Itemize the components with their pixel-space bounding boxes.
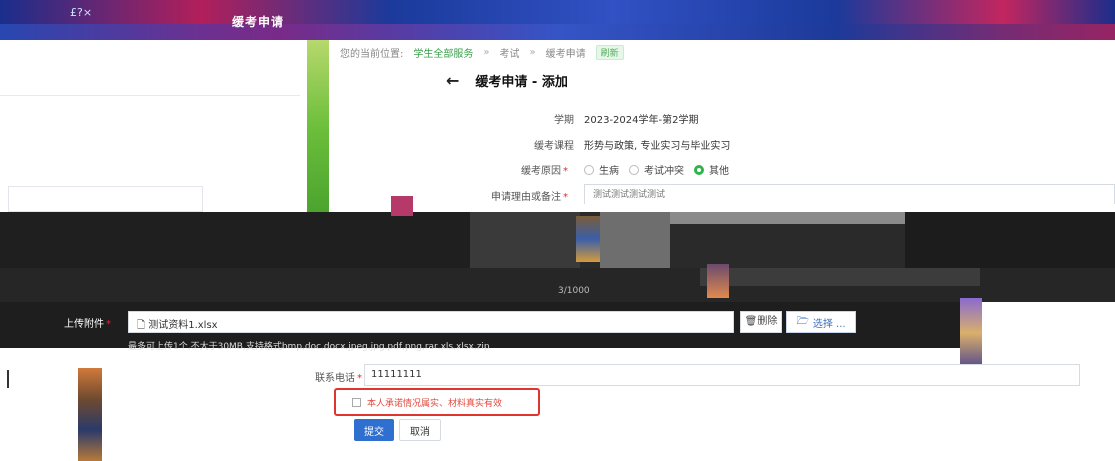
required-mark: * (563, 192, 568, 203)
phone-label: 联系电话 * (250, 369, 362, 384)
file-icon: 🗋 (137, 320, 149, 331)
banner-title: 缓考申请 (232, 15, 285, 29)
glitch-pink (391, 196, 413, 216)
remove-file-label: 删除 (757, 316, 778, 327)
required-mark: * (563, 166, 568, 177)
page-title: 缓考申请 - 添加 (475, 75, 568, 90)
cancel-button[interactable]: 取消 (399, 419, 441, 441)
remark-label: 申请理由或备注 * (448, 188, 568, 203)
upload-file-field: 🗋 测试资料1.xlsx (128, 311, 734, 333)
upload-label: 上传附件 * (64, 315, 111, 330)
decorative-image (78, 368, 102, 461)
required-mark: * (106, 319, 111, 330)
remark-textarea[interactable]: 测试测试测试测试 (584, 184, 1115, 204)
reason-label: 缓考原因 * (448, 162, 568, 177)
breadcrumb-prefix: 您的当前位置: (340, 49, 404, 60)
radio-conflict-label: 考试冲突 (644, 166, 684, 177)
breadcrumb-item-deferral: 缓考申请 (545, 49, 586, 60)
top-banner: £?× 缓考申请 (0, 0, 1115, 40)
green-decoration (307, 40, 329, 215)
radio-sick-label: 生病 (599, 166, 619, 177)
reason-radio-group: 生病 考试冲突 其他 (584, 162, 729, 177)
radio-sick[interactable]: 生病 (584, 162, 619, 177)
glitch-image (576, 216, 600, 262)
commitment-checkbox[interactable] (352, 397, 361, 407)
choose-file-button[interactable]: 🗁 选择 ... (786, 311, 856, 333)
refresh-button[interactable]: 刷新 (595, 45, 624, 60)
required-mark: * (357, 373, 362, 384)
back-arrow-icon[interactable]: ← (446, 71, 459, 90)
radio-other[interactable]: 其他 (694, 162, 729, 177)
course-value: 形势与政策, 专业实习与毕业实习 (584, 141, 731, 152)
glitch-block (670, 212, 905, 224)
commitment-text: 本人承诺情况属实、材料真实有效 (367, 398, 503, 409)
banner-strip (0, 24, 1115, 40)
trash-icon: 🗑 (744, 316, 758, 327)
app-root: £?× 缓考申请 您的当前位置: 学生全部服务 » 考试 » 缓考申请 刷新 ←… (0, 0, 1115, 461)
glitch-region: 3/1000 (0, 196, 1115, 302)
course-label: 缓考课程 (534, 141, 574, 152)
glitch-block (0, 212, 470, 268)
left-panel-box (8, 186, 203, 212)
page-title-row: ← 缓考申请 - 添加 (446, 71, 568, 90)
radio-circle (629, 164, 639, 175)
upload-label-text: 上传附件 (64, 319, 104, 330)
decorative-image (960, 298, 982, 368)
left-divider (0, 95, 300, 96)
glitch-block (700, 268, 980, 286)
commitment-box: 本人承诺情况属实、材料真实有效 (334, 388, 540, 416)
radio-other-label: 其他 (709, 166, 729, 177)
radio-circle (584, 164, 594, 175)
phone-label-text: 联系电话 (315, 373, 355, 384)
remove-file-button[interactable]: 🗑删除 (740, 311, 782, 333)
breadcrumb-separator: » (483, 47, 490, 58)
upload-file-name: 测试资料1.xlsx (148, 320, 218, 331)
breadcrumb: 您的当前位置: 学生全部服务 » 考试 » 缓考申请 刷新 (340, 45, 624, 60)
char-counter: 3/1000 (558, 286, 590, 296)
glitch-block (470, 212, 580, 268)
glitch-block (905, 212, 1115, 268)
radio-conflict[interactable]: 考试冲突 (629, 162, 684, 177)
glitch-image (707, 264, 729, 298)
term-value: 2023-2024学年-第2学期 (584, 115, 699, 126)
breadcrumb-item-student-services[interactable]: 学生全部服务 (413, 45, 473, 60)
choose-file-label: 选择 ... (812, 318, 846, 330)
breadcrumb-item-exam[interactable]: 考试 (500, 45, 520, 60)
breadcrumb-separator: » (529, 47, 536, 58)
submit-button[interactable]: 提交 (354, 419, 394, 441)
term-label: 学期 (554, 115, 574, 126)
radio-circle-checked (694, 164, 704, 175)
upload-hint: 最多可上传1个,不大于30MB,支持格式bmp,doc,docx,jpeg,jp… (128, 342, 490, 352)
reason-label-text: 缓考原因 (521, 166, 561, 177)
banner-deco-text: £?× (70, 6, 93, 19)
remark-label-text: 申请理由或备注 (491, 192, 561, 203)
folder-icon: 🗁 (796, 315, 809, 327)
left-marker (7, 370, 9, 388)
phone-input[interactable]: 11111111 (364, 364, 1080, 386)
